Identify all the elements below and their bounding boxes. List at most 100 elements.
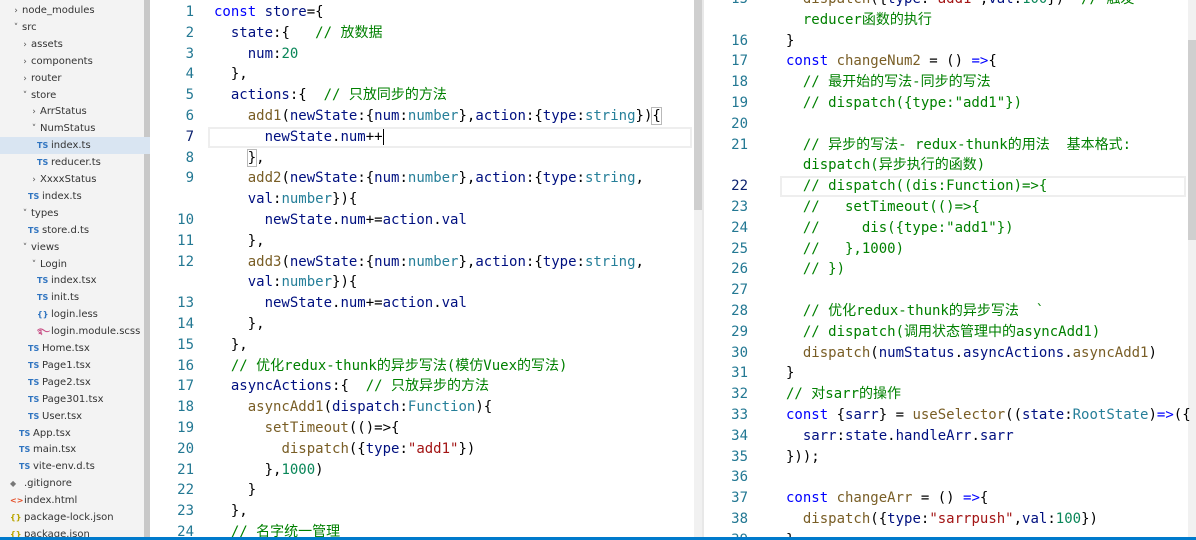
left-editor-scrollbar[interactable] <box>694 0 702 540</box>
code-line[interactable]: 19 // dispatch({type:"add1"}) <box>704 93 1186 114</box>
code-line[interactable]: 23 // setTimeout(()=>{ <box>704 197 1186 218</box>
code-line[interactable]: 16} <box>704 31 1186 52</box>
code-line[interactable]: 6 add1(newState:{num:number},action:{typ… <box>150 106 692 127</box>
explorer-file[interactable]: TS Page2.tsx <box>0 374 150 391</box>
explorer-folder[interactable]: › components <box>0 53 150 70</box>
explorer-file[interactable]: TS Home.tsx <box>0 340 150 357</box>
explorer-folder[interactable]: ˅ views <box>0 239 150 256</box>
right-editor-scrollbar[interactable] <box>1188 0 1196 540</box>
chevron-right-icon[interactable]: › <box>19 37 31 54</box>
chevron-down-icon[interactable]: ˅ <box>19 88 31 105</box>
code-line[interactable]: 28 // 优化redux-thunk的异步写法 ` <box>704 301 1186 322</box>
code-line[interactable]: 4 }, <box>150 64 692 85</box>
explorer-file[interactable]: TS vite-env.d.ts <box>0 458 150 475</box>
code-line[interactable]: val:number}){ <box>150 189 692 210</box>
chevron-down-icon[interactable]: ˅ <box>19 206 31 223</box>
chevron-down-icon[interactable]: ˅ <box>28 121 40 138</box>
explorer-file[interactable]: ◆ .gitignore <box>0 475 150 492</box>
explorer-file[interactable]: {} login.less <box>0 306 150 323</box>
code-line[interactable]: dispatch(异步执行的函数) <box>704 155 1186 176</box>
code-line[interactable]: 14 }, <box>150 314 692 335</box>
code-line[interactable]: 24 // dis({type:"add1"}) <box>704 218 1186 239</box>
code-line[interactable]: 2 state:{ // 放数据 <box>150 23 692 44</box>
code-line[interactable]: 35})); <box>704 447 1186 468</box>
explorer-file[interactable]: {} package-lock.json <box>0 509 150 526</box>
chevron-right-icon[interactable]: › <box>28 104 40 121</box>
code-line[interactable]: 26 // }) <box>704 259 1186 280</box>
explorer-file[interactable]: TS index.ts <box>0 137 150 155</box>
explorer-file[interactable]: ࿐login.module.scss <box>0 323 150 340</box>
explorer-folder[interactable]: ˅ NumStatus <box>0 120 150 137</box>
code-line[interactable]: 23 }, <box>150 501 692 522</box>
code-line[interactable]: 30 dispatch(numStatus.asyncActions.async… <box>704 343 1186 364</box>
code-line[interactable]: 22 // dispatch((dis:Function)=>{ <box>704 176 1186 198</box>
code-line[interactable]: 31} <box>704 363 1186 384</box>
code-line[interactable]: 10 newState.num+=action.val <box>150 210 692 231</box>
explorer-file[interactable]: TS store.d.ts <box>0 222 150 239</box>
code-line[interactable]: 12 add3(newState:{num:number},action:{ty… <box>150 252 692 273</box>
explorer-folder[interactable]: › XxxxStatus <box>0 171 150 188</box>
code-line[interactable]: 7 newState.num++ <box>150 126 692 148</box>
chevron-down-icon[interactable]: ˅ <box>28 257 40 274</box>
code-line[interactable]: 1 const store={ <box>150 2 692 23</box>
explorer-folder[interactable]: ˅ types <box>0 205 150 222</box>
explorer-folder[interactable]: › ArrStatus <box>0 103 150 120</box>
code-line[interactable]: 15 }, <box>150 335 692 356</box>
code-line[interactable]: 21 },1000) <box>150 460 692 481</box>
code-line[interactable]: 22 } <box>150 480 692 501</box>
chevron-down-icon[interactable]: ˅ <box>19 240 31 257</box>
code-line[interactable]: 19 setTimeout(()=>{ <box>150 418 692 439</box>
chevron-down-icon[interactable]: ˅ <box>10 20 22 37</box>
explorer-folder[interactable]: › router <box>0 70 150 87</box>
code-line[interactable]: val:number}){ <box>150 272 692 293</box>
code-line[interactable]: reducer函数的执行 <box>704 10 1186 31</box>
explorer-file[interactable]: TS User.tsx <box>0 408 150 425</box>
code-line[interactable]: 3 num:20 <box>150 44 692 65</box>
explorer-file[interactable]: TS index.tsx <box>0 272 150 289</box>
explorer-folder[interactable]: ˅ src <box>0 19 150 36</box>
explorer-folder[interactable]: › assets <box>0 36 150 53</box>
right-editor-pane[interactable]: 15 dispatch({type:"add1",val:100}) // 触发… <box>704 0 1196 540</box>
code-line[interactable]: 21 // 异步的写法- redux-thunk的用法 基本格式: <box>704 135 1186 156</box>
explorer-folder[interactable]: ˅ Login <box>0 256 150 273</box>
code-line[interactable]: 20 dispatch({type:"add1"}) <box>150 439 692 460</box>
right-scroll-thumb[interactable] <box>1188 40 1196 240</box>
code-line[interactable]: 33 const {sarr} = useSelector((state:Root… <box>704 405 1191 426</box>
code-line[interactable]: 9 add2(newState:{num:number},action:{typ… <box>150 168 692 189</box>
code-line[interactable]: 27 <box>704 280 1186 301</box>
code-line[interactable]: 13 newState.num+=action.val <box>150 293 692 314</box>
explorer-file[interactable]: TS reducer.ts <box>0 154 150 171</box>
code-line[interactable]: 16 // 优化redux-thunk的异步写法(模仿Vuex的写法) <box>150 356 692 377</box>
explorer-file[interactable]: TS Page1.tsx <box>0 357 150 374</box>
code-line[interactable]: 34 sarr:state.handleArr.sarr <box>704 426 1186 447</box>
code-line[interactable]: 18 asyncAdd1(dispatch:Function){ <box>150 397 692 418</box>
chevron-right-icon[interactable]: › <box>19 71 31 88</box>
explorer-file[interactable]: TS init.ts <box>0 289 150 306</box>
code-line[interactable]: 25 // },1000) <box>704 239 1186 260</box>
explorer-file[interactable]: TS Page301.tsx <box>0 391 150 408</box>
code-line[interactable]: 20 <box>704 114 1186 135</box>
explorer-folder[interactable]: › node_modules <box>0 2 150 19</box>
code-line[interactable]: 15 dispatch({type:"add1",val:100}) // 触发 <box>704 0 1186 10</box>
code-line[interactable]: 5 actions:{ // 只放同步的方法 <box>150 85 692 106</box>
left-scroll-thumb[interactable] <box>694 0 702 210</box>
code-line[interactable]: 29 // dispatch(调用状态管理中的asyncAdd1) <box>704 322 1186 343</box>
code-line[interactable]: 8 }, <box>150 148 692 169</box>
code-line[interactable]: 37 const changeArr = () =>{ <box>704 488 1186 509</box>
code-line[interactable]: 17 asyncActions:{ // 只放异步的方法 <box>150 376 692 397</box>
code-line[interactable]: 38 dispatch({type:"sarrpush",val:100}) <box>704 509 1186 530</box>
code-line[interactable]: 32 // 对sarr的操作 <box>704 384 1186 405</box>
explorer-file[interactable]: TS App.tsx <box>0 425 150 442</box>
explorer-file[interactable]: TS index.ts <box>0 188 150 205</box>
code-line[interactable]: 36 <box>704 467 1186 488</box>
chevron-right-icon[interactable]: › <box>10 3 22 20</box>
code-line[interactable]: 11 }, <box>150 231 692 252</box>
explorer-file[interactable]: <>index.html <box>0 492 150 509</box>
chevron-right-icon[interactable]: › <box>19 54 31 71</box>
code-line[interactable]: 18 // 最开始的写法-同步的写法 <box>704 72 1186 93</box>
left-editor-pane[interactable]: 1 const store={2 state:{ // 放数据 3 num:20 4 … <box>150 0 702 540</box>
chevron-right-icon[interactable]: › <box>28 172 40 189</box>
explorer-folder[interactable]: ˅ store <box>0 87 150 104</box>
code-line[interactable]: 17 const changeNum2 = () =>{ <box>704 51 1186 72</box>
explorer-file[interactable]: TS main.tsx <box>0 441 150 458</box>
